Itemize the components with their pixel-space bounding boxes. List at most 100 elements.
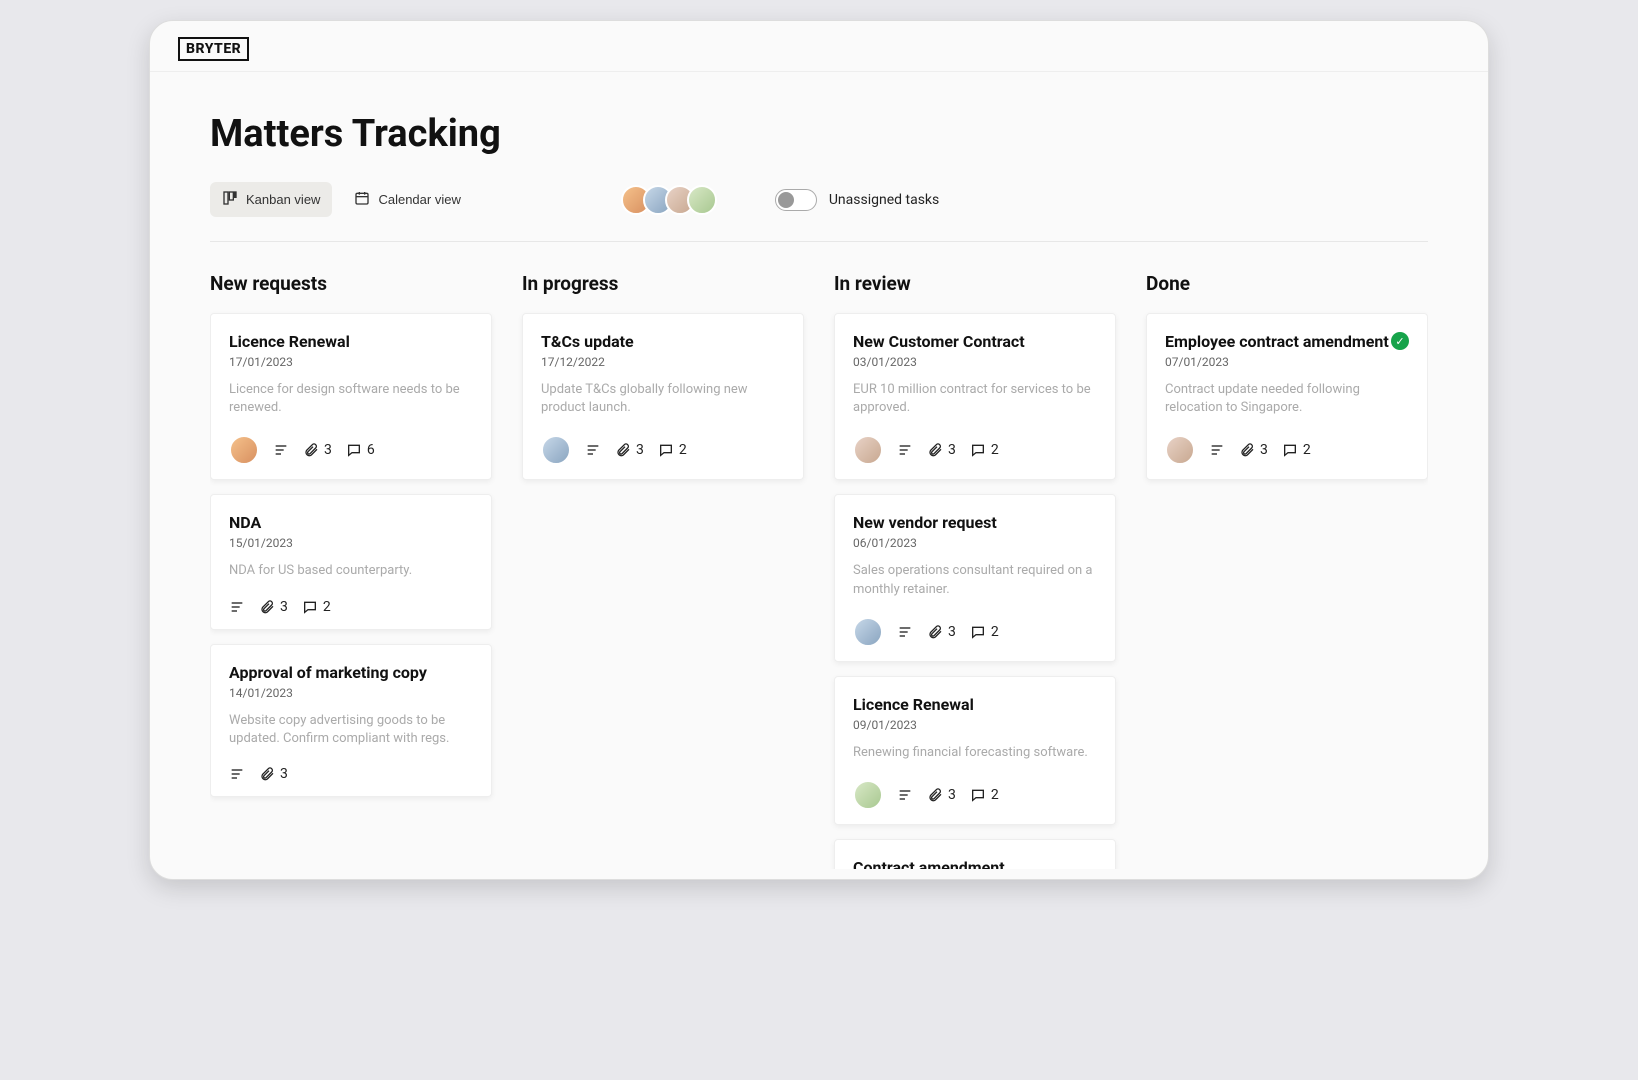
kanban-card[interactable]: T&Cs update 17/12/2022 Update T&Cs globall… (522, 313, 804, 480)
comments-count: 2 (970, 442, 999, 458)
attachments-count: 3 (259, 766, 288, 782)
list-icon (229, 599, 245, 615)
page-title: Matters Tracking (210, 112, 1428, 156)
attachments-count: 3 (1239, 442, 1268, 458)
comments-count: 2 (302, 599, 331, 615)
attachments-count: 3 (927, 442, 956, 458)
list-icon (897, 442, 913, 458)
card-title: Licence Renewal (229, 332, 350, 351)
kanban-card[interactable]: New Customer Contract 03/01/2023 EUR 10 mi… (834, 313, 1116, 480)
kanban-column: In progress T&Cs update 17/12/2022 Update T… (522, 272, 804, 869)
kanban-column: Done Employee contract amendment07/01/202… (1146, 272, 1428, 869)
attachments-count: 3 (303, 442, 332, 458)
assignee-avatar[interactable] (687, 185, 717, 215)
done-check-icon: ✓ (1391, 332, 1409, 350)
card-date: 14/01/2023 (229, 686, 427, 700)
card-header: Employee contract amendment07/01/2023✓ (1165, 332, 1409, 381)
list-icon (897, 624, 913, 640)
card-description: Sales operations consultant required on … (853, 562, 1097, 598)
kanban-card[interactable]: Licence Renewal 09/01/2023 Renewing financ… (834, 676, 1116, 825)
kanban-icon (222, 190, 238, 209)
card-header: Approval of marketing copy14/01/2023 (229, 663, 473, 712)
comments-count: 2 (1282, 442, 1311, 458)
card-assignee-avatar[interactable] (229, 435, 259, 465)
card-meta: 36 (229, 435, 473, 465)
kanban-card[interactable]: Approval of marketing copy14/01/2023Webs… (210, 644, 492, 797)
card-header: Licence Renewal 09/01/2023 (853, 695, 1097, 744)
view-toggle: Kanban view Calendar view (210, 182, 473, 217)
comments-count: 2 (658, 442, 687, 458)
card-description: Website copy advertising goods to be upd… (229, 712, 473, 748)
card-header: T&Cs update 17/12/2022 (541, 332, 785, 381)
kanban-card[interactable]: NDA 15/01/2023 NDA for US based counterpar… (210, 494, 492, 629)
kanban-column: New requestsLicence Renewal17/01/2023Lic… (210, 272, 492, 869)
card-meta: 32 (229, 599, 473, 615)
kanban-card[interactable]: Employee contract amendment07/01/2023✓Co… (1146, 313, 1428, 480)
card-title: Licence Renewal (853, 695, 974, 714)
card-date: 03/01/2023 (853, 355, 1025, 369)
card-title: T&Cs update (541, 332, 634, 351)
list-icon (897, 787, 913, 803)
unassigned-toggle[interactable] (775, 189, 817, 211)
card-date: 15/01/2023 (229, 536, 293, 550)
controls-bar: Kanban view Calendar view Unassigned tas… (210, 182, 1428, 242)
card-header: NDA 15/01/2023 (229, 513, 473, 562)
card-description: EUR 10 million contract for services to … (853, 381, 1097, 417)
card-title: Employee contract amendment (1165, 332, 1389, 351)
column-title: Done (1146, 272, 1428, 295)
attachments-count: 3 (615, 442, 644, 458)
assignee-avatars[interactable] (621, 185, 717, 215)
kanban-column: In reviewNew Customer Contract03/01/2023… (834, 272, 1116, 869)
card-title: Contract amendment (853, 858, 1005, 869)
kanban-card[interactable]: New vendor request 06/01/2023 Sales operat… (834, 494, 1116, 661)
card-header: New Customer Contract 03/01/2023 (853, 332, 1097, 381)
kanban-view-button[interactable]: Kanban view (210, 182, 332, 217)
card-description: Renewing financial forecasting software. (853, 744, 1097, 762)
card-meta: 32 (853, 435, 1097, 465)
card-title: NDA (229, 513, 293, 532)
card-header: Contract amendment11/01/2023 (853, 858, 1097, 869)
card-title: New Customer Contract (853, 332, 1025, 351)
card-assignee-avatar[interactable] (853, 435, 883, 465)
comments-count: 6 (346, 442, 375, 458)
column-title: In progress (522, 272, 804, 295)
calendar-view-label: Calendar view (378, 192, 460, 207)
attachments-count: 3 (927, 787, 956, 803)
topbar: BRYTER (150, 21, 1488, 72)
card-header: New vendor request 06/01/2023 (853, 513, 1097, 562)
card-meta: 3 (229, 766, 473, 782)
card-description: Update T&Cs globally following new produ… (541, 381, 785, 417)
brand-logo: BRYTER (178, 37, 249, 61)
kanban-card[interactable]: Licence Renewal 17/01/2023 Licence for des… (210, 313, 492, 480)
kanban-view-label: Kanban view (246, 192, 320, 207)
comments-count: 2 (970, 787, 999, 803)
calendar-icon (354, 190, 370, 209)
card-date: 06/01/2023 (853, 536, 997, 550)
card-assignee-avatar[interactable] (853, 780, 883, 810)
card-date: 17/01/2023 (229, 355, 350, 369)
card-meta: 32 (541, 435, 785, 465)
card-assignee-avatar[interactable] (541, 435, 571, 465)
card-date: 09/01/2023 (853, 718, 974, 732)
column-title: New requests (210, 272, 492, 295)
card-description: Licence for design software needs to be … (229, 381, 473, 417)
card-header: Licence Renewal 17/01/2023 (229, 332, 473, 381)
app-window: BRYTER Matters Tracking Kanban view Cale… (149, 20, 1489, 880)
card-description: NDA for US based counterparty. (229, 562, 473, 580)
card-assignee-avatar[interactable] (853, 617, 883, 647)
list-icon (273, 442, 289, 458)
card-title: New vendor request (853, 513, 997, 532)
card-meta: 32 (1165, 435, 1409, 465)
kanban-board: New requestsLicence Renewal17/01/2023Lic… (210, 272, 1428, 869)
attachments-count: 3 (259, 599, 288, 615)
card-date: 17/12/2022 (541, 355, 634, 369)
unassigned-toggle-group: Unassigned tasks (775, 189, 939, 211)
card-meta: 32 (853, 617, 1097, 647)
card-meta: 32 (853, 780, 1097, 810)
unassigned-toggle-label: Unassigned tasks (829, 192, 939, 208)
kanban-card[interactable]: Contract amendment11/01/2023 (834, 839, 1116, 869)
list-icon (585, 442, 601, 458)
attachments-count: 3 (927, 624, 956, 640)
calendar-view-button[interactable]: Calendar view (342, 182, 472, 217)
card-assignee-avatar[interactable] (1165, 435, 1195, 465)
